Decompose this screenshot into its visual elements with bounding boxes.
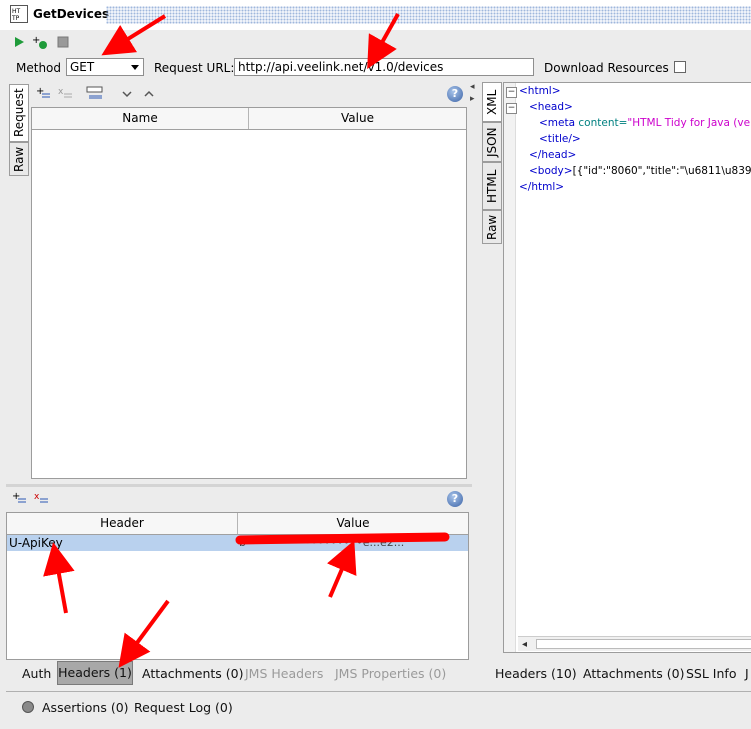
tab-assertions[interactable]: Assertions (0) bbox=[42, 700, 129, 715]
xml-body-tag: <body> bbox=[529, 165, 573, 177]
status-divider bbox=[6, 691, 751, 692]
tab-headers[interactable]: Headers (1) bbox=[57, 661, 133, 685]
svg-text:+: + bbox=[12, 491, 20, 502]
remove-param-icon[interactable]: x bbox=[58, 86, 72, 103]
run-icon[interactable] bbox=[12, 35, 26, 49]
window-title: GetDevices bbox=[33, 7, 110, 21]
move-down-icon[interactable] bbox=[122, 88, 132, 102]
horizontal-scrollbar[interactable]: ◂ bbox=[518, 636, 751, 651]
xml-meta-attr: content= bbox=[575, 117, 628, 129]
params-table: Name Value bbox=[31, 107, 467, 479]
col-value: Value bbox=[341, 111, 374, 125]
tab-truncated[interactable]: J bbox=[745, 666, 749, 681]
svg-text:HT: HT bbox=[12, 8, 21, 15]
tab-ssl-info[interactable]: SSL Info bbox=[686, 666, 736, 681]
col-header: Header bbox=[7, 513, 238, 534]
request-line: Method GET Request URL: http://api.veeli… bbox=[0, 55, 751, 80]
tab-html[interactable]: HTML bbox=[482, 162, 502, 210]
chevron-down-icon bbox=[130, 60, 140, 75]
svg-text:TP: TP bbox=[11, 15, 20, 22]
add-param-icon[interactable]: + bbox=[36, 86, 50, 103]
xml-html-close: </html> bbox=[519, 181, 565, 193]
collapse-right-icon[interactable]: ▸ bbox=[470, 94, 475, 104]
method-value: GET bbox=[70, 60, 95, 74]
xml-body-text: [{"id":"8060","title":"\u6811\u8393\u6d3 bbox=[572, 165, 751, 177]
response-editor[interactable]: − − <html> <head> <meta content="HTML Ti… bbox=[503, 82, 751, 653]
headers-table: Header Value U-ApiKey b•••••••••••••••••… bbox=[6, 512, 469, 660]
table-row[interactable]: U-ApiKey b••••••••••••••••••e...e2... bbox=[7, 535, 468, 551]
title-bar: HT TP GetDevices bbox=[0, 0, 751, 30]
tab-raw[interactable]: Raw bbox=[9, 142, 29, 176]
stop-icon[interactable] bbox=[56, 35, 70, 49]
tab-jms-properties[interactable]: JMS Properties (0) bbox=[335, 666, 446, 681]
fold-head-icon[interactable]: − bbox=[506, 103, 517, 114]
headers-help-icon[interactable]: ? bbox=[447, 491, 463, 507]
add-header-icon[interactable]: + bbox=[12, 491, 26, 508]
tab-attachments[interactable]: Attachments (0) bbox=[142, 666, 243, 681]
assertion-status-icon bbox=[22, 701, 34, 713]
header-name-cell[interactable]: U-ApiKey bbox=[9, 535, 63, 551]
url-input[interactable]: http://api.veelink.net/v1.0/devices bbox=[234, 58, 534, 76]
help-icon[interactable]: ? bbox=[447, 86, 463, 102]
title-pattern bbox=[106, 6, 751, 24]
method-label: Method bbox=[16, 61, 62, 75]
params-table-header: Name Value bbox=[32, 108, 466, 130]
tab-xml[interactable]: XML bbox=[482, 82, 502, 122]
xml-html-open: <html> bbox=[519, 85, 561, 97]
remove-header-icon[interactable]: x bbox=[34, 491, 48, 508]
url-label: Request URL: bbox=[154, 61, 235, 75]
scroll-left-icon[interactable]: ◂ bbox=[522, 639, 527, 650]
tab-response-headers[interactable]: Headers (10) bbox=[495, 666, 577, 681]
tab-request[interactable]: Request bbox=[9, 84, 29, 142]
download-resources-checkbox[interactable] bbox=[674, 61, 686, 73]
svg-text:+: + bbox=[36, 86, 44, 97]
tab-response-attachments[interactable]: Attachments (0) bbox=[583, 666, 684, 681]
fold-html-icon[interactable]: − bbox=[506, 87, 517, 98]
xml-meta-tag: <meta bbox=[539, 117, 576, 129]
toolbar: + bbox=[0, 30, 751, 54]
tab-response-raw[interactable]: Raw bbox=[482, 210, 502, 244]
svg-text:x: x bbox=[34, 492, 40, 502]
tab-auth[interactable]: Auth bbox=[22, 666, 51, 681]
method-select[interactable]: GET bbox=[66, 58, 144, 76]
tab-json[interactable]: JSON bbox=[482, 122, 502, 162]
xml-head-open: <head> bbox=[529, 101, 573, 113]
move-up-icon[interactable] bbox=[144, 88, 154, 102]
scrollbar-thumb[interactable] bbox=[536, 639, 751, 649]
collapse-left-icon[interactable]: ◂ bbox=[470, 82, 475, 92]
url-params-icon[interactable] bbox=[86, 86, 104, 103]
splitter[interactable] bbox=[6, 484, 472, 487]
xml-meta-value: "HTML Tidy for Java (vers. 27 bbox=[627, 117, 751, 129]
code-gutter bbox=[504, 83, 516, 652]
headers-table-header: Header Value bbox=[7, 513, 468, 535]
http-request-icon: HT TP bbox=[10, 5, 28, 23]
col-name: Name bbox=[32, 108, 249, 129]
svg-text:x: x bbox=[58, 87, 64, 97]
tab-jms-headers[interactable]: JMS Headers bbox=[245, 666, 323, 681]
download-resources-label: Download Resources bbox=[544, 61, 669, 75]
col-header-value: Value bbox=[336, 516, 370, 530]
tab-request-log[interactable]: Request Log (0) bbox=[134, 700, 233, 715]
header-value-cell[interactable]: b••••••••••••••••••e...e2... bbox=[239, 535, 467, 551]
add-step-icon[interactable]: + bbox=[32, 35, 47, 49]
xml-head-close: </head> bbox=[529, 149, 577, 161]
xml-title-tag: <title/> bbox=[539, 133, 581, 145]
